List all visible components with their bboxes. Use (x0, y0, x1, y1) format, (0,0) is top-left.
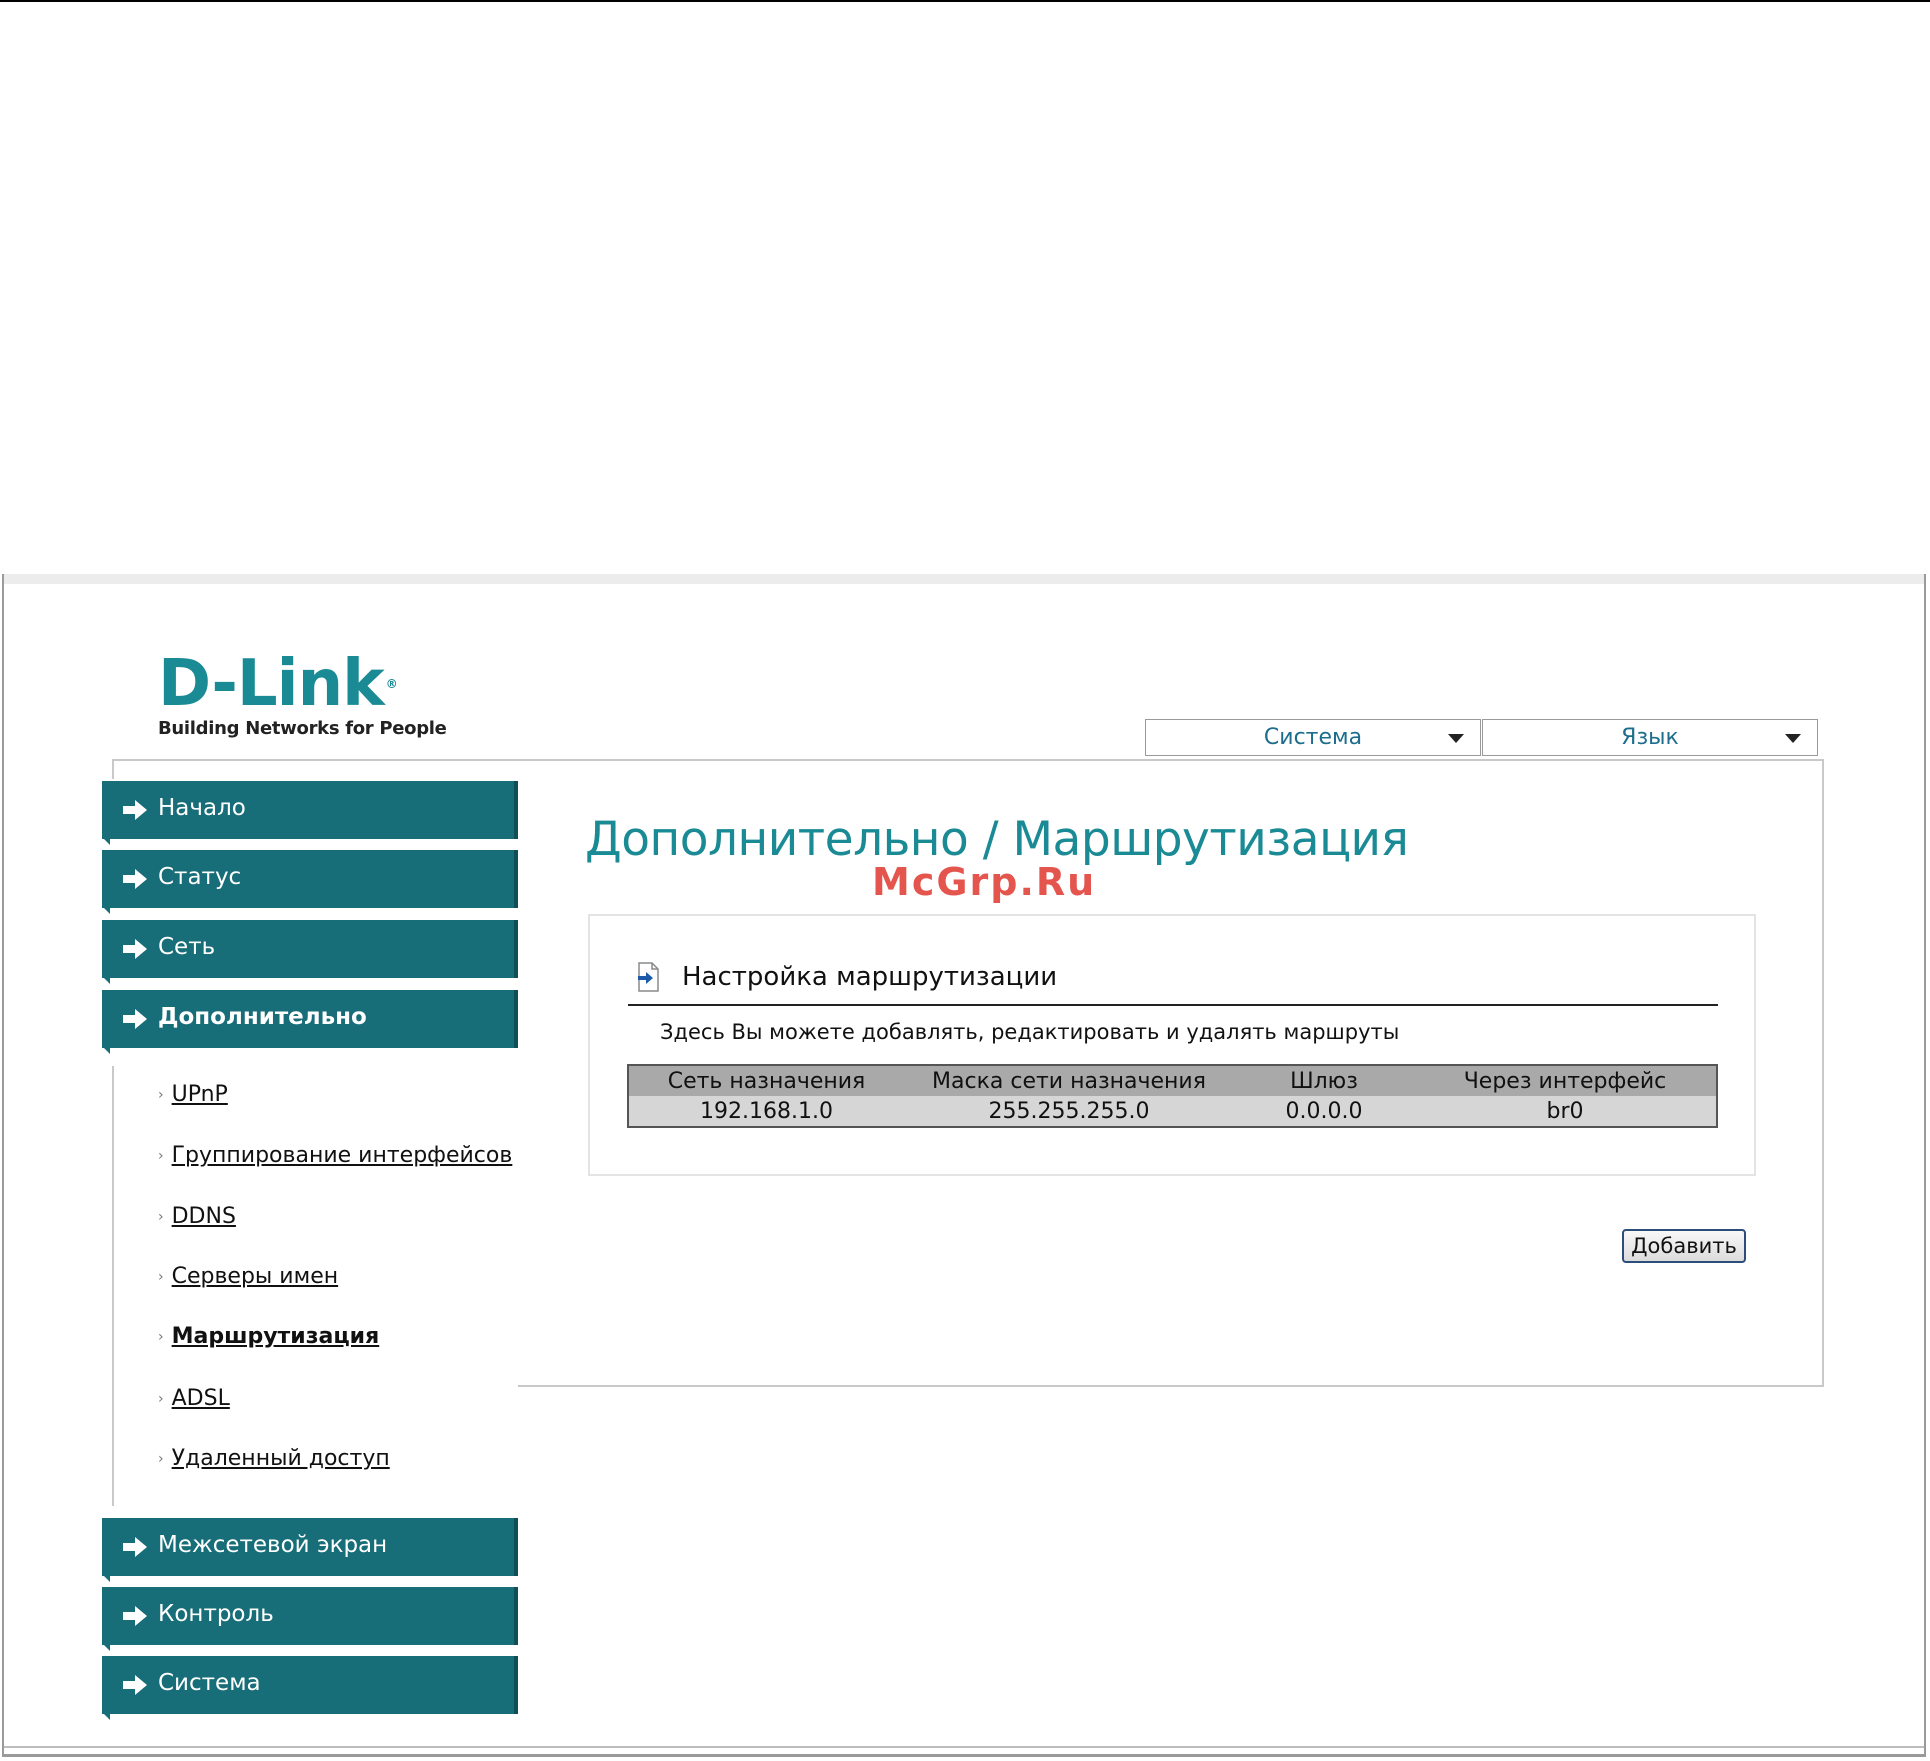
nav-edge (514, 920, 518, 978)
routing-settings-box (588, 914, 1756, 1176)
sidebar-item-label: Система (158, 1670, 261, 1696)
submenu-item-label: Удаленный доступ (171, 1446, 390, 1471)
sidebar-item-network[interactable]: Сеть (102, 920, 518, 984)
arrow-right-icon (123, 1675, 147, 1695)
section-description: Здесь Вы можете добавлять, редактировать… (660, 1020, 1400, 1044)
submenu-item-label: ADSL (171, 1386, 230, 1411)
submenu-item-label: Серверы имен (171, 1264, 339, 1289)
sidebar-item-label: Начало (158, 795, 246, 821)
sidebar-item-label: Сеть (158, 934, 216, 960)
nav-edge (514, 850, 518, 908)
arrow-right-icon (123, 1009, 147, 1029)
chevron-down-icon (1785, 734, 1801, 743)
page-title: Дополнительно / Маршрутизация (585, 812, 1409, 867)
bullet-icon: › (158, 1148, 164, 1164)
watermark: McGrp.Ru (872, 860, 1097, 904)
col-header-destination: Сеть назначения (628, 1065, 904, 1096)
system-menu-dropdown[interactable]: Система (1145, 719, 1481, 756)
chevron-down-icon (1448, 734, 1464, 743)
col-header-interface: Через интерфейс (1414, 1065, 1717, 1096)
document-arrow-icon (638, 962, 659, 992)
arrow-right-icon (123, 1537, 147, 1557)
bullet-icon: › (158, 1087, 164, 1103)
logo-tagline: Building Networks for People (158, 718, 447, 739)
nav-edge (514, 1656, 518, 1714)
sidebar-item-label: Статус (158, 864, 242, 890)
bullet-icon: › (158, 1209, 164, 1225)
nav-edge (514, 1518, 518, 1576)
section-title: Настройка маршрутизации (682, 962, 1058, 992)
nav-edge (514, 781, 518, 839)
sidebar-top-border (112, 759, 520, 761)
bullet-icon: › (158, 1391, 164, 1407)
cell-netmask: 255.255.255.0 (904, 1096, 1234, 1127)
logo-wordmark: D-Link ® (158, 647, 398, 721)
arrow-right-icon (123, 869, 147, 889)
language-menu-dropdown[interactable]: Язык (1482, 719, 1818, 756)
submenu-item-routing[interactable]: › Маршрутизация (158, 1324, 379, 1349)
frame-top-bar (4, 574, 1924, 584)
submenu-item-label: DDNS (171, 1204, 236, 1229)
page: D-Link ® Building Networks for People Сис… (0, 0, 1930, 1761)
nav-edge (514, 1587, 518, 1645)
submenu-border (112, 1066, 114, 1506)
bullet-icon: › (158, 1329, 164, 1345)
col-header-netmask: Маска сети назначения (904, 1065, 1234, 1096)
bullet-icon: › (158, 1451, 164, 1467)
submenu-item-remote-access[interactable]: › Удаленный доступ (158, 1446, 390, 1471)
dlink-logo: D-Link ® Building Networks for People (158, 652, 447, 739)
submenu-item-interface-grouping[interactable]: › Группирование интерфейсов (158, 1143, 512, 1168)
table-row[interactable]: 192.168.1.0 255.255.255.0 0.0.0.0 br0 (628, 1096, 1717, 1127)
cell-gateway: 0.0.0.0 (1234, 1096, 1414, 1127)
sidebar-item-label: Дополнительно (158, 1004, 367, 1030)
sidebar-item-control[interactable]: Контроль (102, 1587, 518, 1651)
arrow-right-icon (123, 800, 147, 820)
sidebar-item-start[interactable]: Начало (102, 781, 518, 845)
submenu-item-ddns[interactable]: › DDNS (158, 1204, 236, 1229)
bullet-icon: › (158, 1269, 164, 1285)
sidebar-item-status[interactable]: Статус (102, 850, 518, 914)
routes-table: Сеть назначения Маска сети назначения Шл… (627, 1064, 1718, 1128)
arrow-right-icon (123, 939, 147, 959)
submenu-item-name-servers[interactable]: › Серверы имен (158, 1264, 338, 1289)
submenu-item-upnp[interactable]: › UPnP (158, 1082, 228, 1107)
submenu-item-label: UPnP (171, 1082, 228, 1107)
system-menu-label: Система (1263, 725, 1363, 750)
sidebar-item-advanced[interactable]: Дополнительно (102, 990, 518, 1054)
cell-interface: br0 (1414, 1096, 1717, 1127)
cell-destination: 192.168.1.0 (628, 1096, 904, 1127)
frame-bottom-line (4, 1746, 1924, 1748)
col-header-gateway: Шлюз (1234, 1065, 1414, 1096)
submenu-item-label: Группирование интерфейсов (171, 1143, 513, 1168)
language-menu-label: Язык (1621, 725, 1679, 750)
sidebar-left-border (112, 759, 114, 779)
submenu-item-adsl[interactable]: › ADSL (158, 1386, 230, 1411)
sidebar-item-label: Контроль (158, 1601, 274, 1627)
section-divider (628, 1004, 1718, 1006)
arrow-right-icon (123, 1606, 147, 1626)
top-rule (0, 0, 1930, 2)
sidebar-item-system[interactable]: Система (102, 1656, 518, 1720)
sidebar-item-firewall[interactable]: Межсетевой экран (102, 1518, 518, 1582)
sidebar-item-label: Межсетевой экран (158, 1532, 388, 1558)
nav-edge (514, 990, 518, 1048)
submenu-item-label: Маршрутизация (171, 1324, 380, 1349)
table-header-row: Сеть назначения Маска сети назначения Шл… (628, 1065, 1717, 1096)
add-route-button[interactable]: Добавить (1622, 1229, 1746, 1263)
